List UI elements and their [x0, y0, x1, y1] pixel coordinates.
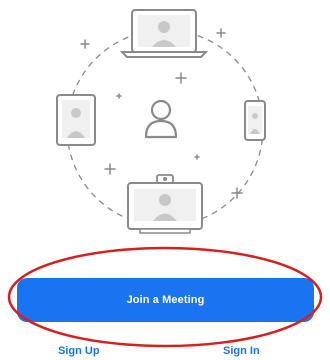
sign-up-link[interactable]: Sign Up [58, 345, 100, 357]
tablet-icon [56, 94, 96, 146]
laptop-icon [119, 9, 209, 58]
zoom-welcome-screen: Join a Meeting Sign Up Sign In [0, 0, 330, 360]
room-system-icon [127, 174, 203, 234]
join-meeting-button[interactable]: Join a Meeting [17, 278, 314, 322]
user-avatar-icon [144, 99, 178, 139]
devices-illustration [56, 9, 266, 234]
phone-icon [244, 100, 266, 141]
sign-in-link[interactable]: Sign In [223, 345, 260, 357]
